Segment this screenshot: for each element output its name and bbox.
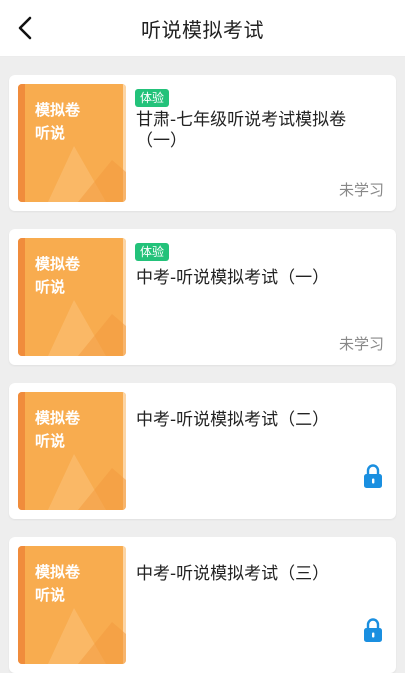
exam-cover: 模拟卷 听说 xyxy=(18,84,126,202)
exam-cover: 模拟卷 听说 xyxy=(18,238,126,356)
exam-title: 甘肃-七年级听说考试模拟卷（一） xyxy=(136,110,347,151)
exam-title: 中考-听说模拟考试（二） xyxy=(136,410,330,430)
study-status: 未学习 xyxy=(338,181,384,199)
lock-icon xyxy=(364,464,382,488)
exam-cover: 模拟卷 听说 xyxy=(18,392,126,510)
top-bar: 听说模拟考试 xyxy=(0,0,405,57)
mountain-decoration xyxy=(48,300,126,356)
exam-title: 中考-听说模拟考试（一） xyxy=(136,268,330,288)
mountain-decoration xyxy=(48,454,126,510)
trial-badge: 体验 xyxy=(135,89,170,107)
cover-label-line1: 模拟卷 xyxy=(35,255,81,273)
exam-card[interactable]: 模拟卷 听说 体验 甘肃-七年级听说考试模拟卷（一） 未学习 xyxy=(9,75,396,211)
study-status: 未学习 xyxy=(338,335,384,353)
exam-card[interactable]: 模拟卷 听说 中考-听说模拟考试（二） xyxy=(9,383,396,519)
lock-icon xyxy=(364,618,382,642)
cover-label-line1: 模拟卷 xyxy=(35,409,81,427)
chevron-left-icon xyxy=(18,16,32,40)
page-title: 听说模拟考试 xyxy=(141,17,264,42)
mountain-decoration xyxy=(48,146,126,202)
exam-cover: 模拟卷 听说 xyxy=(18,546,126,664)
trial-badge: 体验 xyxy=(135,243,170,261)
cover-label-line1: 模拟卷 xyxy=(35,563,81,581)
back-button[interactable] xyxy=(6,8,46,48)
exam-card[interactable]: 模拟卷 听说 中考-听说模拟考试（三） xyxy=(9,537,396,673)
exam-title: 中考-听说模拟考试（三） xyxy=(136,564,330,584)
mountain-decoration xyxy=(48,608,126,664)
exam-card[interactable]: 模拟卷 听说 体验 中考-听说模拟考试（一） 未学习 xyxy=(9,229,396,365)
cover-label-line1: 模拟卷 xyxy=(35,101,81,119)
